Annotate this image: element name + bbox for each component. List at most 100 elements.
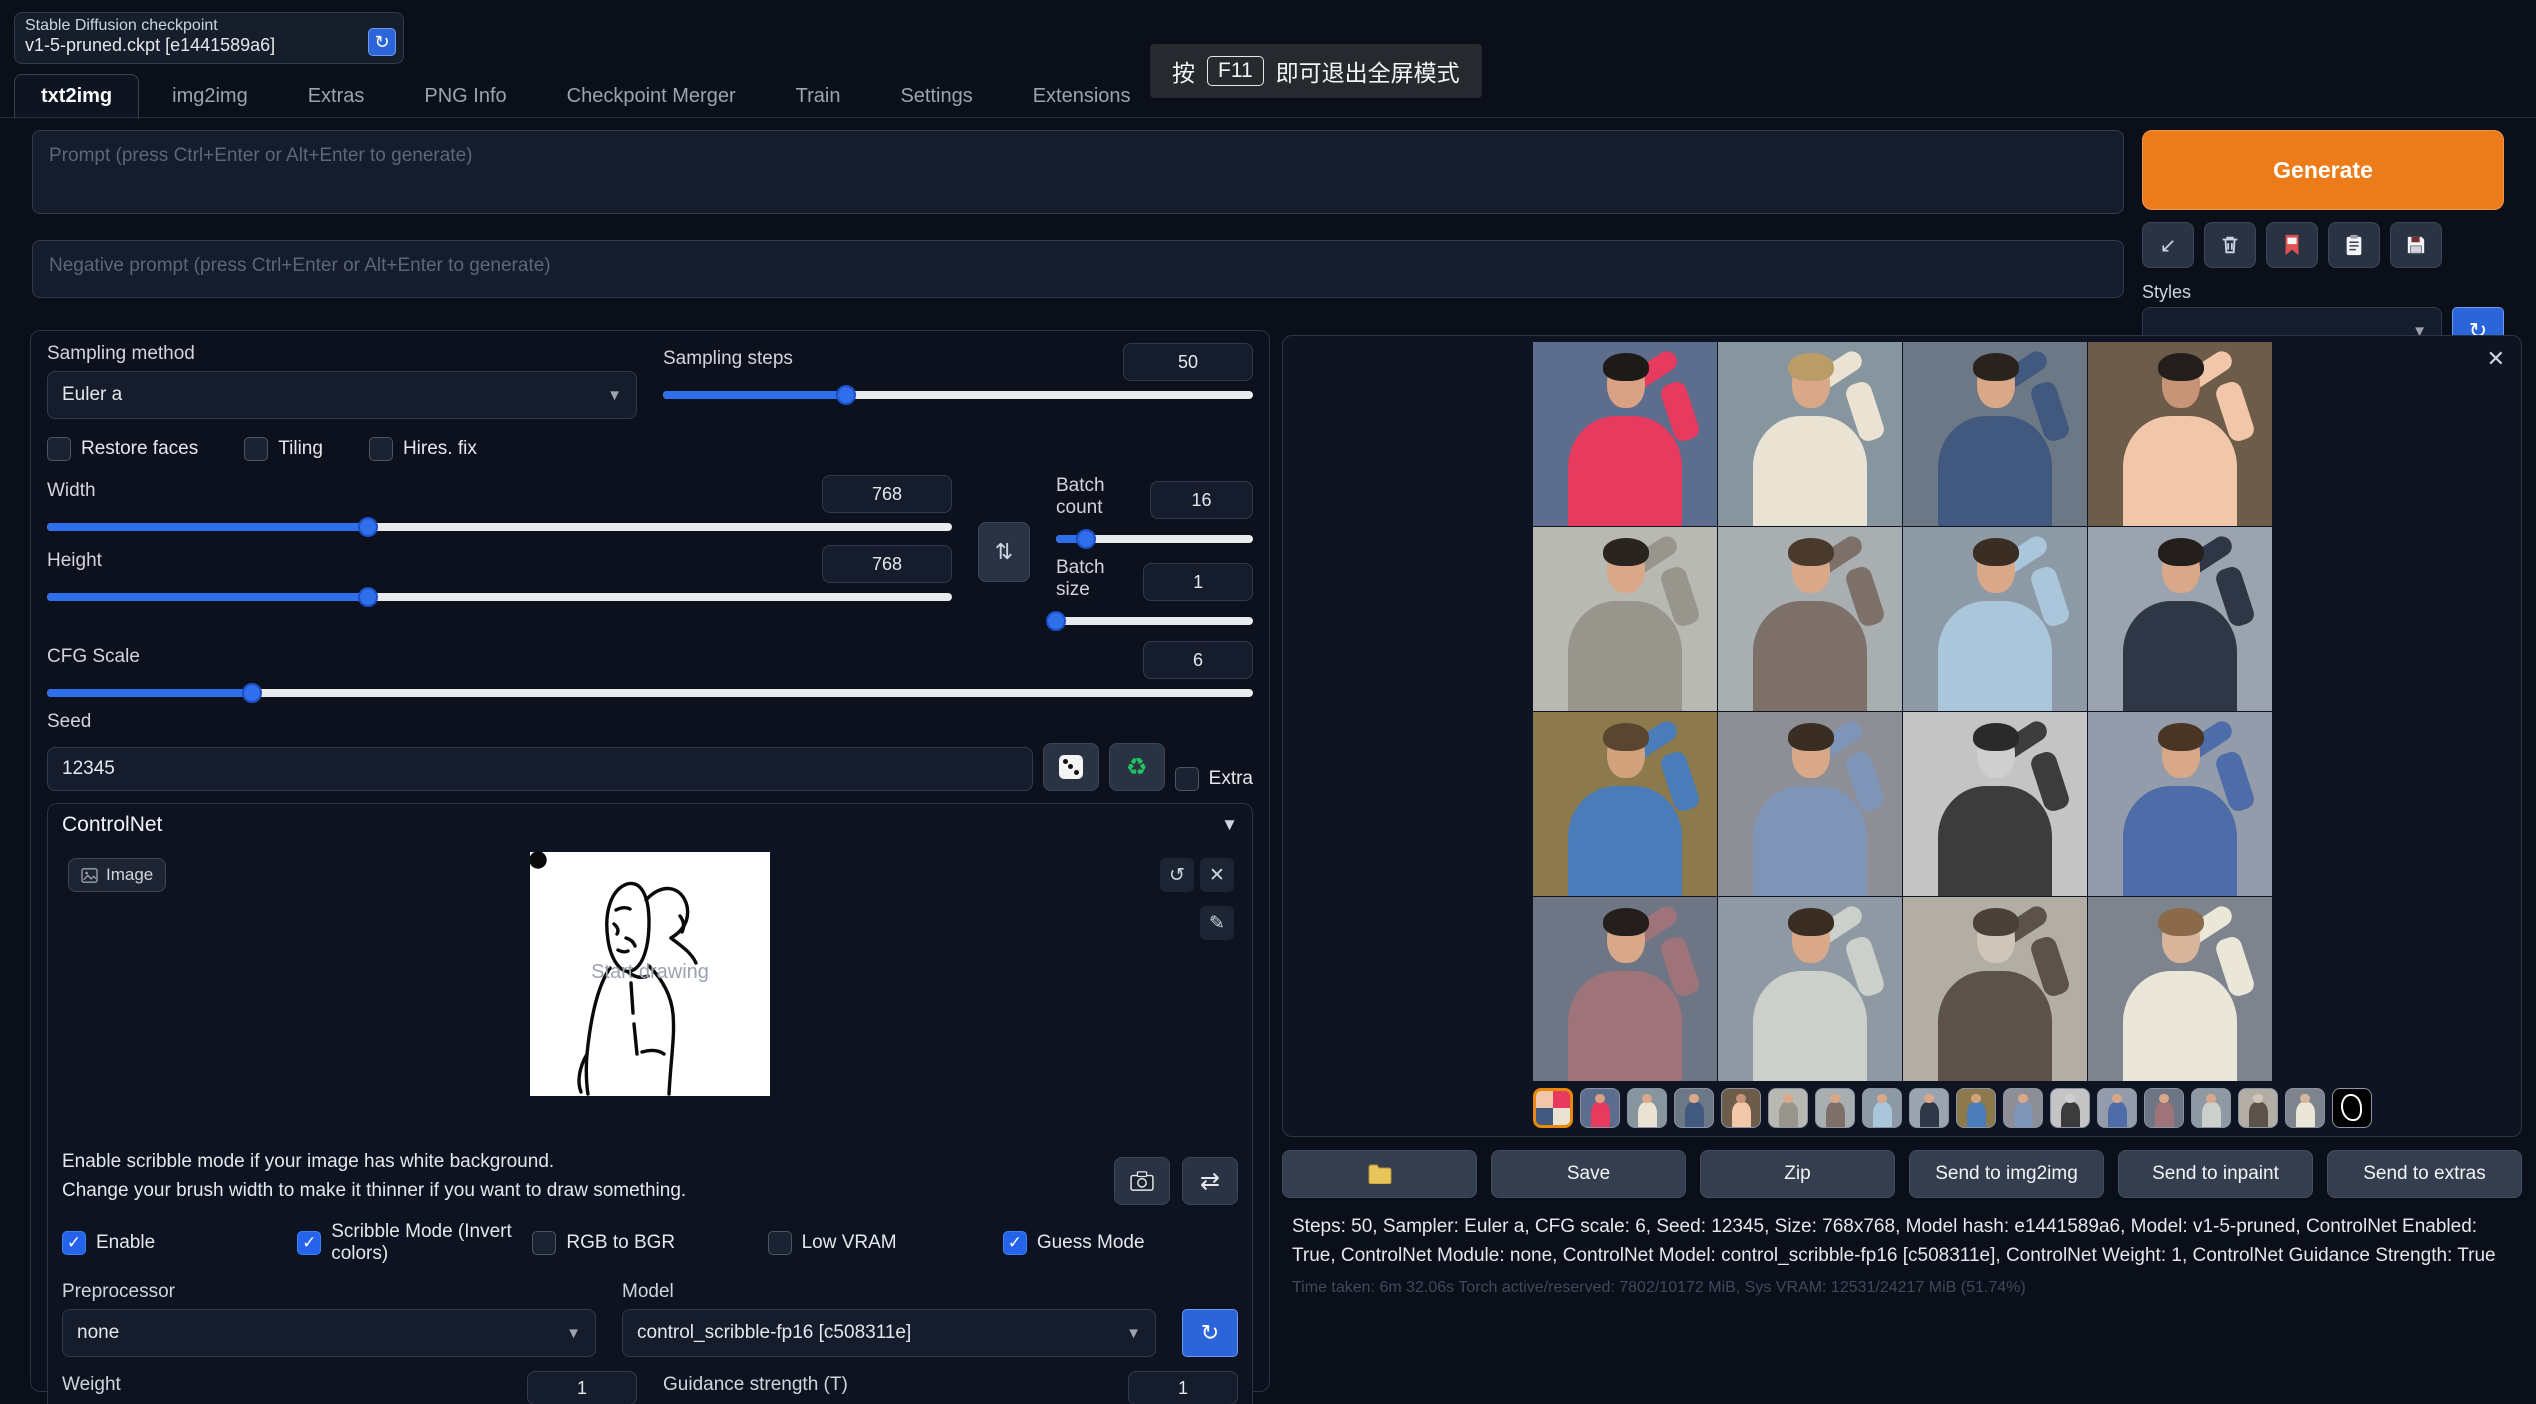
sampling-steps-value[interactable]: 50 xyxy=(1123,343,1253,381)
batch-size-value[interactable]: 1 xyxy=(1143,563,1253,601)
thumbnail-grid-montage[interactable] xyxy=(1533,1088,1573,1128)
restore-faces-checkbox[interactable]: Restore faces xyxy=(47,437,198,461)
controlnet-guess-mode-checkbox[interactable]: ✓Guess Mode xyxy=(1003,1221,1238,1265)
gallery-image-14[interactable] xyxy=(1718,897,1902,1081)
batch-count-value[interactable]: 16 xyxy=(1150,481,1253,519)
batch-count-slider[interactable] xyxy=(1056,531,1253,547)
width-value[interactable]: 768 xyxy=(822,475,952,513)
send-to-extras-button[interactable]: Send to extras xyxy=(2327,1150,2522,1198)
tab-txt2img[interactable]: txt2img xyxy=(14,74,139,119)
thumbnail-image-10[interactable] xyxy=(2003,1088,2043,1128)
gallery-image-16[interactable] xyxy=(2088,897,2272,1081)
send-to-img2img-button[interactable]: Send to img2img xyxy=(1909,1150,2104,1198)
weight-value[interactable]: 1 xyxy=(527,1371,637,1404)
gallery-image-12[interactable] xyxy=(2088,712,2272,896)
gallery-image-3[interactable] xyxy=(1903,342,2087,526)
seed-input[interactable] xyxy=(47,747,1033,791)
tab-extensions[interactable]: Extensions xyxy=(1006,74,1158,119)
open-folder-button[interactable] xyxy=(1282,1150,1477,1198)
thumbnail-image-11[interactable] xyxy=(2050,1088,2090,1128)
seed-extra-checkbox[interactable]: Extra xyxy=(1175,767,1253,791)
thumbnail-image-4[interactable] xyxy=(1721,1088,1761,1128)
checkpoint-selector[interactable]: Stable Diffusion checkpoint v1-5-pruned.… xyxy=(14,12,404,64)
tiling-checkbox[interactable]: Tiling xyxy=(244,437,323,461)
send-to-inpaint-button[interactable]: Send to inpaint xyxy=(2118,1150,2313,1198)
model-refresh-button[interactable]: ↻ xyxy=(1182,1309,1238,1357)
webcam-button[interactable] xyxy=(1114,1157,1170,1205)
checkpoint-label: Stable Diffusion checkpoint xyxy=(25,17,393,35)
thumbnail-image-1[interactable] xyxy=(1580,1088,1620,1128)
save-style-button[interactable] xyxy=(2390,222,2442,268)
tab-train[interactable]: Train xyxy=(769,74,868,119)
thumbnail-image-8[interactable] xyxy=(1909,1088,1949,1128)
thumbnail-image-6[interactable] xyxy=(1815,1088,1855,1128)
controlnet-enable-checkbox[interactable]: ✓Enable xyxy=(62,1221,297,1265)
swap-width-height-button[interactable]: ⇅ xyxy=(978,522,1030,582)
thumbnail-image-5[interactable] xyxy=(1768,1088,1808,1128)
thumbnail-image-16[interactable] xyxy=(2285,1088,2325,1128)
gallery-image-1[interactable] xyxy=(1533,342,1717,526)
controlnet-scribble-mode-invert-colors-checkbox[interactable]: ✓Scribble Mode (Invert colors) xyxy=(297,1221,532,1265)
extra-networks-button[interactable] xyxy=(2266,222,2318,268)
model-dropdown[interactable]: control_scribble-fp16 [c508311e] ▼ xyxy=(622,1309,1156,1357)
gallery-image-10[interactable] xyxy=(1718,712,1902,896)
thumbnail-scribble-input[interactable] xyxy=(2332,1088,2372,1128)
cfg-scale-value[interactable]: 6 xyxy=(1143,641,1253,679)
checkpoint-value[interactable]: v1-5-pruned.ckpt [e1441589a6] xyxy=(25,35,275,56)
paste-params-button[interactable]: ↙ xyxy=(2142,222,2194,268)
negative-prompt-input[interactable] xyxy=(32,240,2124,298)
thumbnail-image-14[interactable] xyxy=(2191,1088,2231,1128)
sampling-method-dropdown[interactable]: Euler a ▼ xyxy=(47,371,637,419)
save-button[interactable]: Save xyxy=(1491,1150,1686,1198)
tab-extras[interactable]: Extras xyxy=(281,74,392,119)
clear-image-button[interactable]: ✕ xyxy=(1200,858,1234,892)
prompt-input[interactable] xyxy=(32,130,2124,214)
thumbnail-image-15[interactable] xyxy=(2238,1088,2278,1128)
gallery-image-11[interactable] xyxy=(1903,712,2087,896)
random-seed-button[interactable] xyxy=(1043,743,1099,791)
tab-settings[interactable]: Settings xyxy=(873,74,999,119)
gallery-image-13[interactable] xyxy=(1533,897,1717,1081)
thumbnail-image-7[interactable] xyxy=(1862,1088,1902,1128)
controlnet-low-vram-checkbox[interactable]: Low VRAM xyxy=(768,1221,1003,1265)
thumbnail-image-3[interactable] xyxy=(1674,1088,1714,1128)
thumbnail-image-2[interactable] xyxy=(1627,1088,1667,1128)
thumbnail-image-12[interactable] xyxy=(2097,1088,2137,1128)
gallery-image-9[interactable] xyxy=(1533,712,1717,896)
tab-img2img[interactable]: img2img xyxy=(145,74,275,119)
sampling-steps-slider[interactable] xyxy=(663,387,1253,403)
thumbnail-image-9[interactable] xyxy=(1956,1088,1996,1128)
gallery-image-2[interactable] xyxy=(1718,342,1902,526)
gallery-image-5[interactable] xyxy=(1533,527,1717,711)
apply-style-button[interactable] xyxy=(2328,222,2380,268)
height-value[interactable]: 768 xyxy=(822,545,952,583)
thumbnail-image-13[interactable] xyxy=(2144,1088,2184,1128)
undo-button[interactable]: ↺ xyxy=(1160,858,1194,892)
controlnet-rgb-to-bgr-checkbox[interactable]: RGB to BGR xyxy=(532,1221,767,1265)
controlnet-accordion-header[interactable]: ControlNet ▼ xyxy=(62,804,1238,846)
brush-tool-button[interactable]: ✎ xyxy=(1200,906,1234,940)
hires-fix-checkbox[interactable]: Hires. fix xyxy=(369,437,477,461)
guidance-strength-value[interactable]: 1 xyxy=(1128,1371,1238,1404)
gallery-image-15[interactable] xyxy=(1903,897,2087,1081)
gallery-image-7[interactable] xyxy=(1903,527,2087,711)
batch-size-slider[interactable] xyxy=(1056,613,1253,629)
clear-prompt-button[interactable] xyxy=(2204,222,2256,268)
tab-png-info[interactable]: PNG Info xyxy=(397,74,533,119)
controlnet-image-tab[interactable]: Image xyxy=(68,858,166,892)
checkpoint-refresh-button[interactable]: ↻ xyxy=(368,28,396,56)
scribble-canvas[interactable]: Start drawing xyxy=(530,852,770,1096)
width-slider[interactable] xyxy=(47,519,952,535)
gallery-image-6[interactable] xyxy=(1718,527,1902,711)
preprocessor-dropdown[interactable]: none ▼ xyxy=(62,1309,596,1357)
cfg-scale-slider[interactable] xyxy=(47,685,1253,701)
gallery-close-button[interactable]: ✕ xyxy=(2487,346,2505,372)
tab-checkpoint-merger[interactable]: Checkpoint Merger xyxy=(540,74,763,119)
zip-button[interactable]: Zip xyxy=(1700,1150,1895,1198)
mirror-webcam-button[interactable]: ⇄ xyxy=(1182,1157,1238,1205)
reuse-seed-button[interactable]: ♻ xyxy=(1109,743,1165,791)
gallery-image-8[interactable] xyxy=(2088,527,2272,711)
generate-button[interactable]: Generate xyxy=(2142,130,2504,210)
height-slider[interactable] xyxy=(47,589,952,605)
gallery-image-4[interactable] xyxy=(2088,342,2272,526)
